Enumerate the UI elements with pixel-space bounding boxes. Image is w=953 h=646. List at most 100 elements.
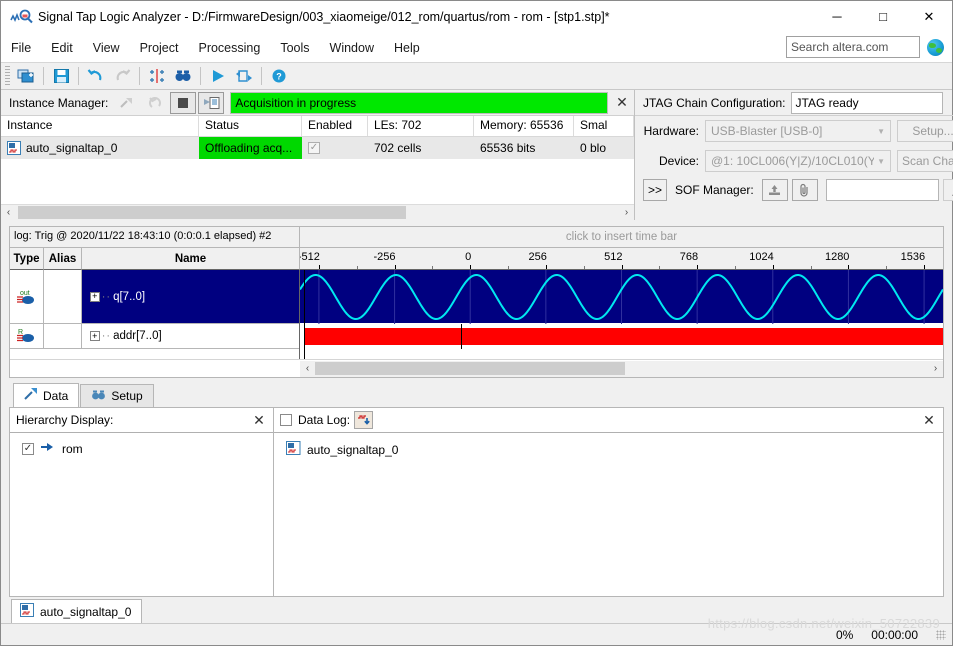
acquisition-status: Acquisition in progress	[230, 91, 608, 114]
menu-help[interactable]: Help	[385, 37, 429, 59]
new-stp-icon[interactable]	[14, 65, 38, 87]
setup-button[interactable]: Setup...	[897, 120, 953, 142]
time-ruler[interactable]: -512 -256 0 256 512 768 1024 1280 1536	[300, 248, 943, 270]
minimize-button[interactable]: ─	[814, 1, 860, 33]
column-header-status[interactable]: Status	[199, 116, 302, 136]
scroll-left-icon[interactable]: ‹	[300, 361, 315, 376]
insert-time-bar[interactable]: click to insert time bar	[300, 227, 943, 247]
cell-enabled[interactable]: ✓	[302, 137, 368, 159]
hardware-select[interactable]: USB-Blaster [USB-0] ▼	[705, 120, 891, 142]
find-icon[interactable]	[171, 65, 195, 87]
instance-manager-close-button[interactable]: ✕	[610, 91, 634, 115]
paperclip-icon[interactable]	[791, 179, 818, 201]
data-log-panel: Data Log: ✕ auto_signaltap_0	[274, 408, 943, 596]
scroll-thumb[interactable]	[315, 362, 625, 375]
scroll-thumb[interactable]	[18, 206, 406, 219]
scroll-right-icon[interactable]: ›	[619, 205, 634, 220]
data-log-checkbox[interactable]	[280, 414, 292, 426]
scroll-track[interactable]	[16, 205, 619, 220]
column-header-enabled[interactable]: Enabled	[302, 116, 368, 136]
expand-sof-button[interactable]: >>	[643, 179, 667, 201]
column-header-type[interactable]: Type	[10, 248, 44, 270]
scroll-track[interactable]	[315, 361, 928, 376]
hierarchy-checkbox[interactable]: ✓	[22, 442, 34, 455]
signal-name-addr[interactable]: + ·· addr[7..0]	[81, 324, 299, 349]
menu-tools[interactable]: Tools	[271, 37, 318, 59]
scan-chain-button[interactable]: Scan Chain	[897, 150, 953, 172]
globe-icon[interactable]	[927, 38, 944, 56]
sof-manager-row: >> SOF Manager: ...	[635, 176, 953, 204]
column-header-memory[interactable]: Memory: 65536	[474, 116, 574, 136]
signal-row-addr[interactable]: R + ·· addr[7..0]	[10, 324, 299, 349]
data-log-icon[interactable]	[354, 411, 374, 429]
ruler-tick-label: 0	[465, 251, 472, 263]
autorun-analysis-button[interactable]	[142, 91, 169, 114]
upper-panels: Instance Manager: Acquisition in progres…	[1, 90, 953, 220]
menu-view[interactable]: View	[84, 37, 129, 59]
column-header-alias[interactable]: Alias	[44, 248, 82, 270]
scroll-right-icon[interactable]: ›	[928, 361, 943, 376]
read-data-button[interactable]	[198, 91, 225, 114]
sof-browse-button[interactable]: ...	[943, 179, 953, 201]
help-icon[interactable]: ?	[267, 65, 291, 87]
jtag-close-button[interactable]: ✕	[945, 91, 953, 115]
enabled-checkbox[interactable]: ✓	[308, 142, 320, 154]
tab-data[interactable]: Data	[13, 383, 80, 407]
run-analysis-button[interactable]	[114, 91, 141, 114]
menu-edit[interactable]: Edit	[42, 37, 82, 59]
expander-icon[interactable]: +	[89, 291, 100, 302]
toolbar-grip[interactable]	[5, 66, 10, 86]
ruler-minor-tick	[508, 266, 510, 269]
bottom-tab-auto-signaltap-0[interactable]: auto_signaltap_0	[11, 599, 143, 623]
menu-window[interactable]: Window	[321, 37, 383, 59]
column-header-name[interactable]: Name	[82, 248, 300, 270]
column-header-instance[interactable]: Instance	[1, 116, 199, 136]
tab-setup[interactable]: Setup	[80, 384, 154, 407]
setup-tab-icon	[91, 388, 106, 404]
waveform-canvas[interactable]	[300, 270, 943, 359]
close-button[interactable]: ✕	[906, 1, 952, 33]
expander-icon[interactable]: +	[89, 331, 100, 341]
maximize-button[interactable]: □	[860, 1, 906, 33]
data-log-close-button[interactable]: ✕	[917, 408, 941, 432]
data-log-item[interactable]: auto_signaltap_0	[286, 439, 943, 460]
time-bar-line[interactable]	[461, 324, 462, 349]
column-header-les[interactable]: LEs: 702	[368, 116, 474, 136]
cell-instance[interactable]: auto_signaltap_0	[1, 137, 199, 159]
recompile-icon[interactable]	[232, 65, 256, 87]
resize-grip[interactable]	[936, 629, 946, 640]
wave-track-q[interactable]	[300, 270, 943, 324]
signal-alias-addr[interactable]	[43, 324, 82, 349]
ruler-tick-mark	[772, 265, 774, 269]
menu-file[interactable]: File	[2, 37, 40, 59]
sof-file-input[interactable]	[825, 179, 939, 201]
signaltap-instance-icon	[286, 441, 301, 458]
hierarchy-close-button[interactable]: ✕	[247, 408, 271, 432]
instance-table-hscrollbar[interactable]: ‹ ›	[1, 204, 634, 220]
hierarchy-display-panel: Hierarchy Display: ✕ ✓ rom	[10, 408, 274, 596]
scroll-left-icon[interactable]: ‹	[1, 205, 16, 220]
signal-row-q[interactable]: out + ·· q[7..0]	[10, 270, 299, 324]
device-select[interactable]: @1: 10CL006(Y|Z)/10CL010(Y| ▼	[705, 150, 891, 172]
tree-item-rom[interactable]: ✓ rom	[22, 439, 273, 458]
signal-name-q[interactable]: + ·· q[7..0]	[81, 270, 299, 324]
ruler-tick-mark	[545, 265, 547, 269]
run-analysis-icon[interactable]	[206, 65, 230, 87]
ruler-tick-mark	[848, 265, 850, 269]
undo-icon[interactable]	[84, 65, 108, 87]
save-icon[interactable]	[49, 65, 73, 87]
table-row[interactable]: auto_signaltap_0 Offloading acq... ✓ 702…	[1, 137, 634, 159]
device-value: @1: 10CL006(Y|Z)/10CL010(Y|	[711, 154, 875, 168]
signal-alias-q[interactable]	[43, 270, 82, 324]
program-device-icon[interactable]	[761, 179, 788, 201]
menu-project[interactable]: Project	[131, 37, 188, 59]
hardware-row: Hardware: USB-Blaster [USB-0] ▼ Setup...	[635, 116, 953, 146]
wave-track-addr[interactable]	[300, 324, 943, 349]
view-tabs: Data Setup	[1, 381, 952, 407]
search-input[interactable]	[786, 36, 920, 58]
column-header-small-blocks[interactable]: Smal	[574, 116, 634, 136]
stop-analysis-button[interactable]	[170, 91, 197, 114]
node-finder-icon[interactable]	[145, 65, 169, 87]
waveform-hscrollbar[interactable]: ‹ ›	[300, 360, 943, 377]
menu-processing[interactable]: Processing	[189, 37, 269, 59]
